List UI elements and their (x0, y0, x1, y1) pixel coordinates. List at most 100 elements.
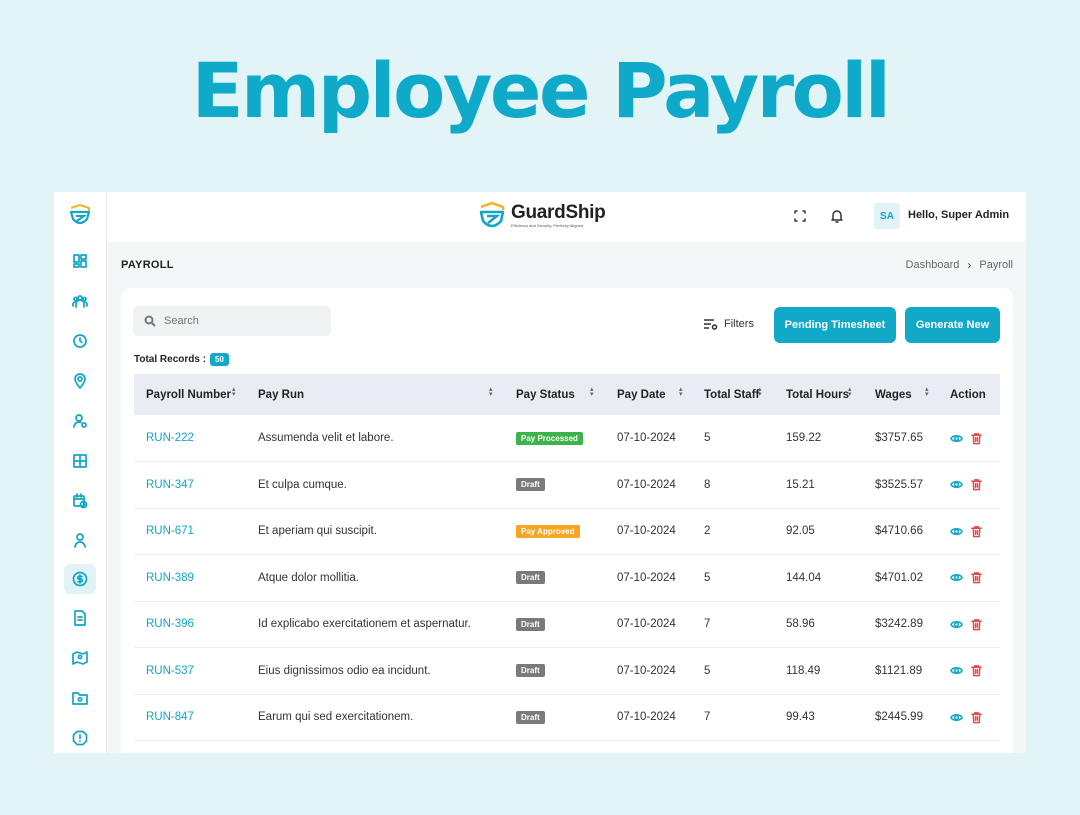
breadcrumb-dashboard[interactable]: Dashboard (906, 259, 960, 271)
search-box[interactable] (133, 306, 331, 336)
column-header-pay-status[interactable]: Pay Status ▴ ▾ (504, 374, 605, 415)
payroll-number-link[interactable]: RUN-537 (134, 648, 246, 695)
hero-title: Employee Payroll (191, 46, 891, 135)
sort-icon[interactable]: ▴ ▾ (590, 386, 594, 398)
view-eye-icon[interactable] (950, 525, 963, 538)
pay-status-cell: Draft (504, 648, 605, 695)
column-header-label: Total Staff (704, 388, 760, 401)
column-header-label: Pay Status (516, 388, 575, 401)
filters-label: Filters (724, 318, 754, 330)
status-badge: Draft (516, 664, 545, 678)
folder-icon (72, 692, 88, 705)
guardship-logo-icon[interactable] (68, 204, 92, 228)
sidebar-item-document[interactable] (64, 603, 96, 633)
calendar-clock-icon (73, 493, 88, 509)
brand[interactable]: GuardShip Efficiency and Security, Perfe… (477, 200, 606, 232)
delete-trash-icon[interactable] (970, 432, 983, 445)
payroll-number-link[interactable]: RUN-222 (134, 415, 246, 462)
view-eye-icon[interactable] (950, 478, 963, 491)
table-row[interactable]: RUN-671 Et aperiam qui suscipit. Pay Appro… (134, 508, 1000, 555)
column-header-label: Pay Run (258, 388, 305, 401)
table-row[interactable]: RUN-847 Earum qui sed exercitationem. Draf… (134, 694, 1000, 741)
sidebar-item-dashboard[interactable] (64, 246, 96, 276)
wages-cell: $4710.66 (875, 525, 923, 538)
payroll-number-link[interactable]: RUN-671 (134, 508, 246, 555)
total-hours-cell: 118.49 (786, 664, 821, 677)
delete-trash-icon[interactable] (970, 525, 983, 538)
table-row[interactable]: RUN-389 Atque dolor mollitia. Draft 07-10-2… (134, 555, 1000, 602)
status-badge: Pay Processed (516, 431, 583, 445)
view-eye-icon[interactable] (950, 711, 963, 724)
table-row[interactable]: RUN-222 Assumenda velit et labore. Pay Pro… (134, 415, 1000, 462)
pay-status-cell: Draft (504, 694, 605, 741)
table-row[interactable]: RUN-347 Et culpa cumque. Draft 07-10-2024 8 1… (134, 462, 1000, 509)
pending-timesheet-button[interactable]: Pending Timesheet (774, 307, 896, 343)
pay-run-cell: Eius dignissimos odio ea incidunt. (258, 664, 431, 677)
sidebar-item-calendar-clock[interactable] (64, 486, 96, 516)
delete-trash-icon[interactable] (970, 478, 983, 491)
sidebar-item-alert[interactable] (64, 723, 96, 753)
payroll-number-link[interactable]: RUN-389 (134, 555, 246, 602)
action-cell (938, 601, 1000, 648)
column-header-payroll-number[interactable]: Payroll Number ▴ ▾ (134, 374, 246, 415)
column-header-pay-date[interactable]: Pay Date ▴ ▾ (605, 374, 692, 415)
fullscreen-icon[interactable] (792, 208, 810, 226)
delete-trash-icon[interactable] (970, 664, 983, 677)
sort-icon[interactable]: ▴ ▾ (679, 386, 683, 398)
sort-icon[interactable]: ▴ ▾ (489, 386, 493, 398)
sidebar-item-layout[interactable] (64, 446, 96, 476)
layout-icon (73, 454, 87, 468)
column-header-label: Pay Date (617, 388, 666, 401)
user-settings-icon (73, 414, 87, 428)
column-header-action[interactable]: Action (938, 374, 1000, 415)
pay-status-cell: Pay Processed (504, 415, 605, 462)
view-eye-icon[interactable] (950, 664, 963, 677)
map-person-icon (72, 651, 88, 665)
sidebar-item-location-pin[interactable] (64, 366, 96, 396)
total-records-label: Total Records : (134, 354, 207, 365)
pay-run-cell: Atque dolor mollitia. (258, 571, 359, 584)
payroll-number-link[interactable]: RUN-347 (134, 462, 246, 509)
sidebar-item-folder[interactable] (64, 683, 96, 713)
sidebar-item-dollar[interactable] (64, 564, 96, 594)
view-eye-icon[interactable] (950, 571, 963, 584)
wages-cell: $3242.89 (875, 618, 923, 631)
column-header-total-hours[interactable]: Total Hours ▴ ▾ (774, 374, 863, 415)
table-row[interactable]: RUN-537 Eius dignissimos odio ea incidunt… (134, 648, 1000, 695)
payroll-number-link[interactable]: RUN-396 (134, 601, 246, 648)
pay-status-cell: Draft (504, 462, 605, 509)
column-header-label: Payroll Number (146, 388, 231, 401)
sidebar-item-clock[interactable] (64, 326, 96, 356)
sort-icon[interactable]: ▴ ▾ (925, 386, 929, 398)
status-badge: Pay Approved (516, 524, 580, 538)
avatar[interactable]: SA (874, 203, 900, 229)
column-header-wages[interactable]: Wages ▴ ▾ (863, 374, 938, 415)
filters-button[interactable]: Filters (703, 318, 754, 330)
sort-icon[interactable]: ▴ ▾ (758, 386, 762, 398)
action-cell (938, 508, 1000, 555)
generate-new-button[interactable]: Generate New (905, 307, 1000, 343)
delete-trash-icon[interactable] (970, 711, 983, 724)
bell-icon[interactable] (829, 208, 847, 226)
sidebar-item-user-settings[interactable] (64, 406, 96, 436)
sidebar-item-user[interactable] (64, 525, 96, 555)
view-eye-icon[interactable] (950, 432, 963, 445)
wages-cell: $2445.99 (875, 711, 923, 724)
sidebar-item-map-person[interactable] (64, 643, 96, 673)
total-hours-cell: 58.96 (786, 618, 815, 631)
column-header-total-staff[interactable]: Total Staff ▴ ▾ (692, 374, 774, 415)
view-eye-icon[interactable] (950, 618, 963, 631)
table-row[interactable]: RUN-396 Id explicabo exercitationem et as… (134, 601, 1000, 648)
search-input[interactable] (164, 306, 324, 336)
user-greeting[interactable]: Hello, Super Admin (908, 209, 1009, 221)
payroll-number-link[interactable]: RUN-847 (134, 694, 246, 741)
status-badge: Draft (516, 478, 545, 492)
column-header-pay-run[interactable]: Pay Run ▴ ▾ (246, 374, 504, 415)
sidebar-item-team[interactable] (64, 286, 96, 316)
sort-icon[interactable]: ▴ ▾ (232, 386, 236, 398)
sort-icon[interactable]: ▴ ▾ (848, 386, 852, 398)
delete-trash-icon[interactable] (970, 618, 983, 631)
delete-trash-icon[interactable] (970, 571, 983, 584)
pay-run-cell: Et aperiam qui suscipit. (258, 525, 377, 538)
action-cell (938, 555, 1000, 602)
